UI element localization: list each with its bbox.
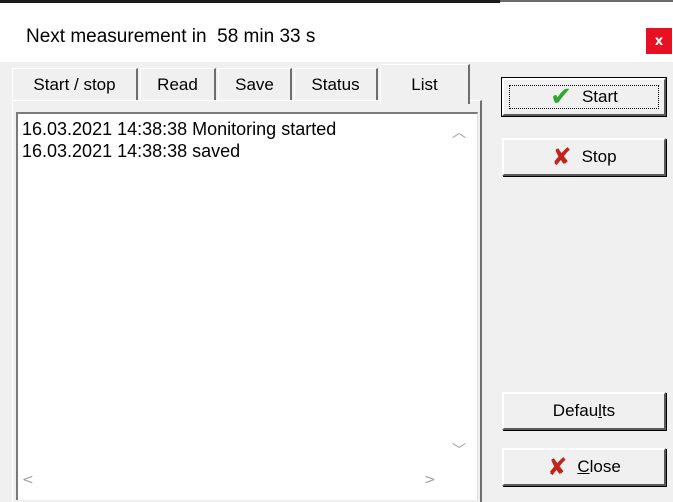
window-top-border-right: [500, 0, 673, 2]
window-top-border: [0, 0, 500, 3]
scroll-down-icon[interactable]: ﹀: [452, 440, 466, 460]
countdown-title: Next measurement in 58 min 33 s: [26, 26, 316, 47]
start-label: Start: [581, 87, 618, 106]
log-listbox[interactable]: 16.03.2021 14:38:38 Monitoring started 1…: [16, 112, 478, 500]
start-button[interactable]: ✔ Start: [501, 77, 667, 117]
stop-label: Stop: [581, 147, 617, 166]
scroll-left-icon[interactable]: <: [22, 472, 34, 488]
log-line[interactable]: 16.03.2021 14:38:38 saved: [22, 140, 336, 162]
tab-start-stop[interactable]: Start / stop: [12, 68, 138, 100]
check-icon: ✔: [550, 82, 572, 112]
x-icon: ✘: [547, 453, 568, 481]
defaults-label: Defaults: [552, 401, 616, 420]
tab-save[interactable]: Save: [218, 68, 292, 100]
scroll-right-icon[interactable]: >: [424, 472, 436, 488]
tab-list[interactable]: List: [380, 64, 470, 104]
log-line[interactable]: 16.03.2021 14:38:38 Monitoring started: [22, 118, 336, 140]
stop-button[interactable]: ✘ Stop: [502, 138, 666, 176]
log-lines: 16.03.2021 14:38:38 Monitoring started 1…: [22, 118, 336, 162]
close-label: Close: [577, 457, 621, 476]
x-icon: ✘: [551, 143, 572, 171]
defaults-button[interactable]: Defaults: [502, 392, 666, 430]
tab-read[interactable]: Read: [140, 68, 216, 100]
close-window-button[interactable]: x: [646, 28, 672, 54]
close-button[interactable]: ✘ Close: [502, 448, 666, 486]
tab-status[interactable]: Status: [294, 68, 378, 100]
scroll-up-icon[interactable]: ︿: [452, 122, 466, 142]
